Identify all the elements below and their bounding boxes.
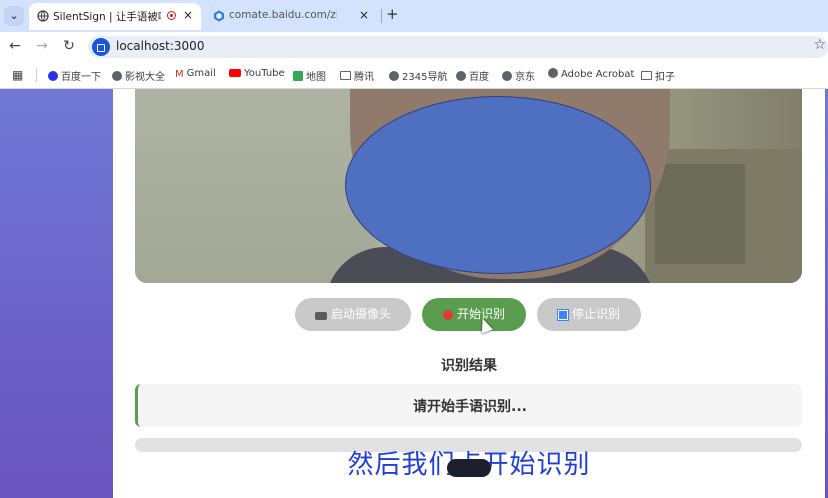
bookmark-tencent[interactable]: 腾讯 (340, 68, 374, 83)
bookmarks-bar: ▦ 百度一下 影视大全 M Gmail YouTube 地图 腾讯 2345导航 … (0, 62, 828, 89)
bookmark-baidu-yixia[interactable]: 百度一下 (48, 68, 101, 83)
tab-silentsign[interactable]: SilentSign | 让手语被听见 × (29, 3, 201, 30)
bookmark-baidu[interactable]: 百度 (456, 68, 489, 83)
bookmarks-divider (36, 68, 37, 82)
app-card: 启动摄像头 开始识别 停止识别 识别结果 请开始手语识别... 然后我们点开始识… (113, 89, 825, 498)
folder-icon (340, 71, 351, 80)
red-circle-icon (442, 310, 453, 320)
close-tab-icon[interactable]: × (359, 8, 369, 22)
folder-icon (641, 71, 652, 80)
result-heading: 识别结果 (441, 358, 497, 374)
video-scrubber-pill (447, 459, 491, 477)
tab-title: comate.baidu.com/zh/activit (229, 9, 337, 21)
new-tab-button[interactable]: + (386, 5, 399, 23)
start-recognition-button[interactable]: 开始识别 (422, 298, 526, 331)
maps-icon (293, 71, 303, 81)
tab-strip: ⌄ SilentSign | 让手语被听见 × comate.baidu.com… (0, 0, 828, 32)
globe-icon (112, 71, 122, 81)
address-toolbar: ← → ↻ localhost:3000 ☆ (0, 32, 828, 62)
globe-icon (37, 10, 49, 22)
stop-recognition-button[interactable]: 停止识别 (537, 298, 641, 331)
page-background: 启动摄像头 开始识别 停止识别 识别结果 请开始手语识别... 然后我们点开始识… (0, 89, 828, 498)
tab-title: SilentSign | 让手语被听见 (53, 11, 161, 23)
comate-icon (213, 10, 225, 22)
camera-in-use-icon[interactable] (92, 38, 110, 56)
tab-comate[interactable]: comate.baidu.com/zh/activit × (205, 3, 377, 30)
bookmark-acrobat[interactable]: Adobe Acrobat (548, 68, 634, 80)
address-bar[interactable]: localhost:3000 ☆ (88, 36, 828, 58)
control-buttons: 启动摄像头 开始识别 停止识别 (113, 298, 825, 332)
globe-icon (389, 71, 399, 81)
apps-grid-icon[interactable]: ▦ (12, 68, 23, 82)
tab-search-button[interactable]: ⌄ (4, 6, 24, 26)
result-text: 请开始手语识别... (413, 399, 527, 415)
bookmark-star-icon[interactable]: ☆ (813, 37, 826, 53)
forward-arrow-icon[interactable]: → (33, 38, 51, 54)
bookmark-youtube[interactable]: YouTube (229, 68, 285, 79)
bookmark-yingshi[interactable]: 影视大全 (112, 68, 165, 83)
camera-icon (314, 312, 327, 320)
url-text: localhost:3000 (116, 39, 205, 53)
bookmark-maps[interactable]: 地图 (293, 68, 326, 83)
recording-icon (167, 11, 176, 20)
bookmark-gmail[interactable]: M Gmail (175, 68, 216, 80)
start-camera-button[interactable]: 启动摄像头 (295, 298, 411, 331)
close-tab-icon[interactable]: × (183, 8, 193, 22)
paw-icon (48, 71, 58, 81)
tab-divider (381, 9, 382, 23)
bookmark-2345[interactable]: 2345导航 (389, 68, 447, 83)
bookmark-kouzi[interactable]: 扣子 (641, 68, 675, 83)
result-panel: 请开始手语识别... (135, 384, 802, 427)
bookmark-jd[interactable]: 京东 (502, 68, 535, 83)
gmail-icon: M (175, 69, 184, 80)
stop-square-icon (556, 309, 569, 321)
globe-icon (456, 71, 466, 81)
reload-icon[interactable]: ↻ (60, 38, 78, 54)
back-arrow-icon[interactable]: ← (6, 38, 24, 54)
face-blur-ellipse (345, 96, 651, 274)
camera-video-feed (135, 89, 802, 283)
globe-icon (548, 68, 558, 78)
youtube-icon (229, 69, 241, 77)
globe-icon (502, 71, 512, 81)
